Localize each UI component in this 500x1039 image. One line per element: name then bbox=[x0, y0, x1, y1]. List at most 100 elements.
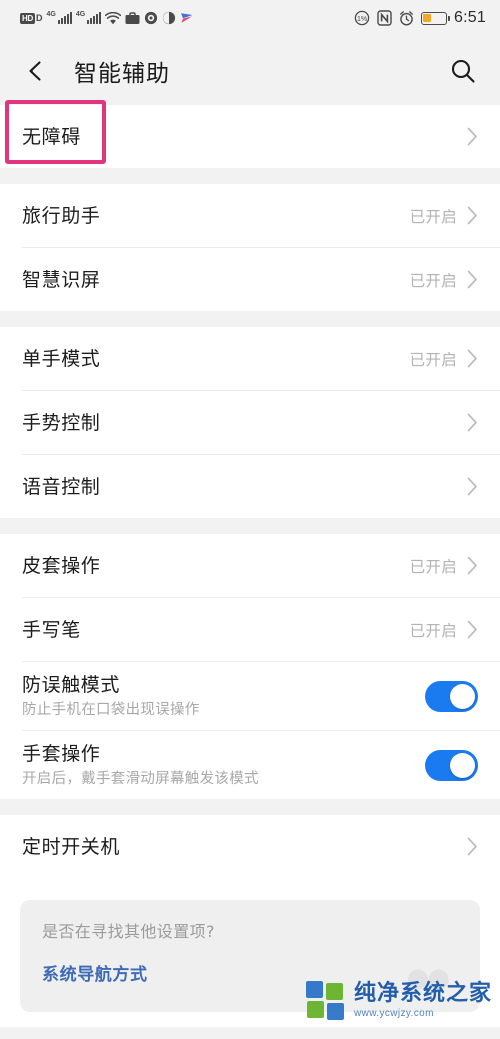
row-right bbox=[425, 749, 478, 781]
chevron-right-icon bbox=[467, 127, 478, 146]
group-separator bbox=[0, 518, 500, 534]
row-right: 已开启 bbox=[410, 269, 478, 291]
page-title: 智能辅助 bbox=[74, 60, 170, 87]
row-right: 已开启 bbox=[410, 348, 478, 370]
network-label-2: 4G bbox=[75, 11, 86, 18]
svg-text:1%: 1% bbox=[357, 16, 367, 23]
row-right bbox=[467, 477, 478, 496]
row-labels: 皮套操作 bbox=[22, 553, 100, 579]
row-title: 智慧识屏 bbox=[22, 268, 101, 291]
footer-area: 是否在寻找其他设置项? 系统导航方式 ●● 纯净系统之家 www.ycwjzy.… bbox=[0, 878, 500, 1027]
row-right: 已开启 bbox=[410, 205, 478, 227]
toggle-knob bbox=[450, 683, 475, 709]
row-title: 语音控制 bbox=[22, 475, 101, 498]
other-settings-question: 是否在寻找其他设置项? bbox=[42, 922, 215, 941]
settings-row-stylus[interactable]: 手写笔 已开启 bbox=[0, 598, 500, 661]
status-bar-clock: 6:51 bbox=[454, 9, 486, 26]
signal-bars-2 bbox=[87, 12, 102, 24]
chevron-right-icon bbox=[467, 206, 478, 225]
settings-row-one-handed-mode[interactable]: 单手模式 已开启 bbox=[0, 327, 500, 390]
row-value: 已开启 bbox=[409, 207, 457, 226]
settings-row-gesture-control[interactable]: 手势控制 bbox=[0, 391, 500, 454]
vpn-shield-icon bbox=[144, 11, 158, 25]
settings-row-accessibility[interactable]: 无障碍 bbox=[0, 105, 500, 168]
settings-row-glove-mode[interactable]: 手套操作 开启后，戴手套滑动屏幕触发该模式 bbox=[0, 731, 500, 799]
row-labels: 防误触模式 防止手机在口袋出现误操作 bbox=[22, 672, 200, 721]
chevron-right-icon bbox=[467, 413, 478, 432]
row-title: 单手模式 bbox=[22, 347, 101, 370]
row-right bbox=[425, 680, 478, 712]
system-navigation-link[interactable]: 系统导航方式 bbox=[42, 960, 148, 985]
signal-bars-1 bbox=[57, 12, 72, 24]
row-subtitle: 开启后，戴手套滑动屏幕触发该模式 bbox=[22, 770, 259, 787]
search-icon[interactable] bbox=[448, 56, 478, 86]
row-title: 手势控制 bbox=[22, 411, 101, 434]
row-labels: 智慧识屏 bbox=[22, 267, 100, 293]
settings-row-smart-cover[interactable]: 皮套操作 已开启 bbox=[0, 534, 500, 597]
row-right bbox=[467, 413, 478, 432]
app-arrow-icon bbox=[180, 11, 194, 25]
row-subtitle: 防止手机在口袋出现误操作 bbox=[22, 701, 200, 718]
settings-row-smart-screen-recognition[interactable]: 智慧识屏 已开启 bbox=[0, 248, 500, 311]
watermark: 纯净系统之家 www.ycwjzy.com bbox=[305, 981, 492, 1021]
data-saver-icon: 1% bbox=[354, 10, 370, 26]
settings-group-3: 单手模式 已开启 手势控制 语音控制 bbox=[0, 327, 500, 518]
row-right: 已开启 bbox=[410, 619, 478, 641]
signal-4g-icon-2: 4G bbox=[75, 11, 102, 24]
row-value: 已开启 bbox=[409, 271, 457, 290]
settings-group-4: 皮套操作 已开启 手写笔 已开启 防误触模式 防止手机在口袋出现误操作 手套操作… bbox=[0, 534, 500, 799]
row-title: 皮套操作 bbox=[22, 554, 101, 577]
signal-4g-icon-1: 4G bbox=[46, 11, 72, 24]
nfc-icon bbox=[377, 10, 392, 26]
back-arrow-icon[interactable] bbox=[22, 56, 52, 86]
row-value: 已开启 bbox=[409, 350, 457, 369]
status-bar-right-icons: 1% 6:51 bbox=[354, 9, 486, 27]
network-label-1: 4G bbox=[46, 11, 56, 18]
settings-group-2: 旅行助手 已开启 智慧识屏 已开启 bbox=[0, 184, 500, 311]
settings-row-accidental-touch-prevention[interactable]: 防误触模式 防止手机在口袋出现误操作 bbox=[0, 662, 500, 730]
settings-group-1: 无障碍 bbox=[0, 105, 500, 168]
row-labels: 无障碍 bbox=[22, 124, 81, 150]
toggle-glove-mode[interactable] bbox=[425, 749, 478, 781]
group-separator bbox=[0, 799, 500, 815]
settings-row-travel-assistant[interactable]: 旅行助手 已开启 bbox=[0, 184, 500, 247]
watermark-name: 纯净系统之家 bbox=[353, 981, 492, 1006]
settings-row-scheduled-power[interactable]: 定时开关机 bbox=[0, 815, 500, 878]
status-bar: HD D 4G 4G 1% 6:51 bbox=[0, 0, 500, 36]
row-labels: 语音控制 bbox=[22, 474, 100, 500]
chevron-right-icon bbox=[467, 556, 478, 575]
toggle-knob bbox=[450, 752, 475, 778]
row-right bbox=[467, 837, 478, 856]
row-title: 手写笔 bbox=[22, 618, 81, 641]
row-value: 已开启 bbox=[409, 621, 457, 640]
chevron-right-icon bbox=[467, 477, 478, 496]
row-labels: 定时开关机 bbox=[22, 834, 120, 860]
hd-volte-icon: HD D bbox=[20, 12, 42, 24]
row-labels: 旅行助手 bbox=[22, 203, 100, 229]
app-header: 智能辅助 bbox=[0, 36, 500, 105]
hd-label: HD bbox=[20, 12, 35, 24]
chevron-right-icon bbox=[467, 620, 478, 639]
row-labels: 手势控制 bbox=[22, 410, 100, 436]
row-labels: 单手模式 bbox=[22, 346, 100, 372]
chevron-right-icon bbox=[467, 349, 478, 368]
briefcase-icon bbox=[125, 11, 140, 25]
settings-group-5: 定时开关机 bbox=[0, 815, 500, 878]
settings-row-voice-control[interactable]: 语音控制 bbox=[0, 455, 500, 518]
row-title: 防误触模式 bbox=[22, 673, 121, 696]
row-title: 无障碍 bbox=[22, 125, 81, 148]
watermark-text: 纯净系统之家 www.ycwjzy.com bbox=[354, 983, 492, 1019]
row-value: 已开启 bbox=[409, 557, 457, 576]
watermark-logo-icon bbox=[305, 981, 346, 1021]
row-labels: 手写笔 bbox=[22, 617, 81, 643]
row-right bbox=[467, 127, 478, 146]
chevron-right-icon bbox=[467, 270, 478, 289]
row-title: 旅行助手 bbox=[22, 204, 101, 227]
group-separator bbox=[0, 311, 500, 327]
status-bar-left-icons: HD D 4G 4G bbox=[20, 11, 194, 25]
alarm-icon bbox=[399, 10, 414, 26]
row-right: 已开启 bbox=[410, 555, 478, 577]
toggle-accidental-touch[interactable] bbox=[425, 680, 478, 712]
watermark-url: www.ycwjzy.com bbox=[353, 1008, 434, 1019]
phone-screen: HD D 4G 4G 1% 6:51 智能辅助 无障碍 旅行助手 已开启 智慧识… bbox=[0, 0, 500, 1039]
